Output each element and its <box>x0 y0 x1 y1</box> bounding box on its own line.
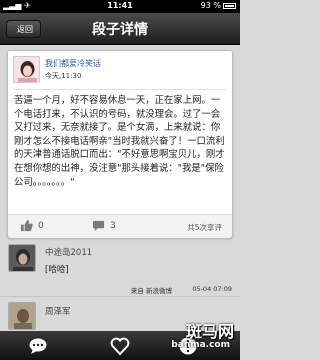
watermark-url: banma.com <box>171 340 230 350</box>
comment-divider <box>0 296 240 297</box>
battery-icon <box>223 2 236 9</box>
header-divider <box>13 89 227 90</box>
watermark-logo: 斑马网 <box>185 322 234 341</box>
post-timestamp: 今天,11:30 <box>45 72 82 80</box>
post-card: 我们都爱冷笑话 今天,11:30 苦逼一个月，好不容易休息一天，正在家上网。一个… <box>7 50 233 238</box>
speech-bubble-icon[interactable] <box>28 336 48 356</box>
heart-icon[interactable] <box>110 336 130 356</box>
author-name[interactable]: 我们都爱冷笑话 <box>45 58 101 69</box>
battery-percent: 93 % <box>200 1 221 10</box>
post-body-text: 苦逼一个月，好不容易休息一天，正在家上网。一个电话打来，不认识的号码，就没理会。… <box>14 95 225 188</box>
author-avatar-image <box>14 57 39 82</box>
status-bar: ▂▃▅ ✈ 11:41 93 % <box>0 0 240 13</box>
post-action-bar: 0 3 共5次享评 <box>8 214 232 238</box>
like-count: 0 <box>38 220 44 231</box>
commenter-avatar-2[interactable] <box>8 302 36 330</box>
comment-button[interactable]: 3 <box>92 219 116 232</box>
share-summary[interactable]: 共5次享评 <box>187 222 222 233</box>
share-count-label: 共5次享评 <box>187 223 222 232</box>
commenter-name[interactable]: 中途岛2011 <box>45 246 92 258</box>
commenter-avatar[interactable] <box>8 244 36 272</box>
battery-indicator: 93 % <box>201 1 236 10</box>
comment-count: 3 <box>110 220 116 231</box>
commenter-avatar-image-2 <box>9 303 35 329</box>
comment-time: 05-04 07:09 <box>192 285 232 293</box>
page-title: 段子详情 <box>92 22 148 38</box>
comment-text: [哈哈] <box>45 265 69 275</box>
commenter-avatar-image <box>9 245 35 271</box>
like-button[interactable]: 0 <box>20 219 44 232</box>
navigation-bar: 返回 段子详情 <box>0 13 240 45</box>
comment-icon <box>92 220 105 232</box>
comment-source: 来自 新浪微博 <box>130 287 172 295</box>
author-avatar[interactable] <box>13 56 40 83</box>
thumb-up-icon <box>20 219 33 232</box>
commenter-name-2[interactable]: 周泽军 <box>45 305 71 317</box>
